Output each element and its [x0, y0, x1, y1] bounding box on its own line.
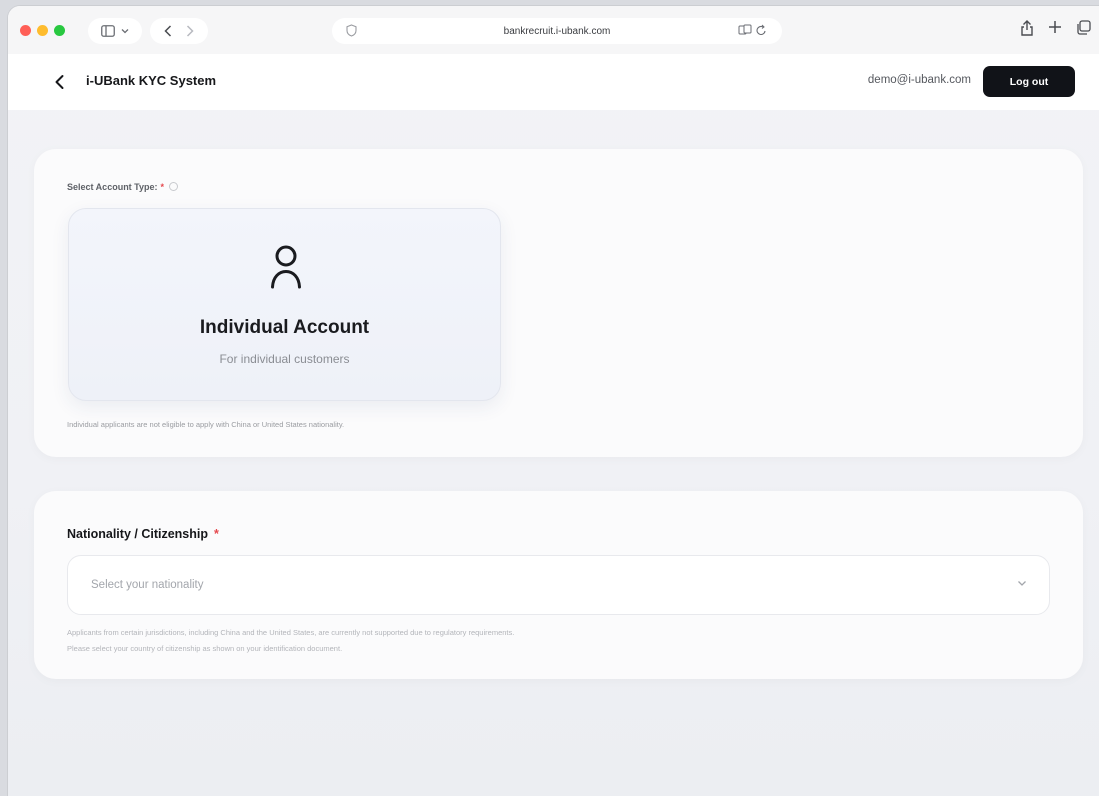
translate-reload-icon[interactable] [738, 23, 768, 40]
nationality-select[interactable]: Select your nationality [67, 555, 1050, 615]
app-header: i-UBank KYC System demo@i-ubank.com Log … [8, 54, 1099, 110]
back-nav-icon[interactable] [164, 25, 172, 37]
logout-button[interactable]: Log out [983, 66, 1075, 97]
account-type-card: Select Account Type: * Individual Account… [34, 149, 1083, 457]
tab-overview-icon[interactable] [1076, 20, 1091, 35]
close-window-button[interactable] [20, 25, 31, 36]
address-bar[interactable]: bankrecruit.i-ubank.com [332, 18, 782, 44]
browser-right-tools [1020, 20, 1091, 36]
browser-toolbar: bankrecruit.i-ubank.com [8, 6, 1099, 54]
individual-account-subtitle: For individual customers [219, 352, 350, 366]
nationality-document-note: Please select your country of citizenshi… [67, 644, 343, 653]
individual-account-option[interactable]: Individual Account For individual custom… [68, 208, 501, 401]
nationality-card: Nationality / Citizenship * Select your n… [34, 491, 1083, 679]
required-marker: * [160, 182, 165, 192]
browser-window: bankrecruit.i-ubank.com i-UBank KYC Syst… [8, 6, 1099, 796]
share-icon[interactable] [1020, 20, 1034, 36]
url-text: bankrecruit.i-ubank.com [503, 25, 611, 37]
account-eligibility-note: Individual applicants are not eligible t… [67, 420, 345, 429]
nationality-regulatory-note: Applicants from certain jurisdictions, i… [67, 628, 515, 637]
sidebar-toggle-button[interactable] [88, 18, 142, 44]
account-type-label: Select Account Type: * [67, 182, 179, 192]
user-email: demo@i-ubank.com [867, 74, 971, 86]
info-icon[interactable] [169, 182, 179, 191]
nationality-label: Nationality / Citizenship * [67, 527, 219, 541]
app-title: i-UBank KYC System [86, 73, 217, 88]
account-type-label-text: Select Account Type: [67, 182, 158, 192]
nationality-placeholder: Select your nationality [91, 579, 204, 591]
forward-nav-icon[interactable] [186, 25, 194, 37]
privacy-shield-icon [346, 24, 357, 37]
back-arrow-icon[interactable] [50, 72, 70, 92]
new-tab-icon[interactable] [1048, 20, 1062, 34]
nationality-label-text: Nationality / Citizenship [67, 527, 208, 541]
required-marker: * [214, 527, 219, 541]
history-nav [150, 18, 208, 44]
chevron-down-icon [1018, 581, 1026, 586]
minimize-window-button[interactable] [37, 25, 48, 36]
zoom-window-button[interactable] [54, 25, 65, 36]
sidebar-icon [101, 25, 115, 37]
person-icon [271, 245, 301, 289]
individual-account-title: Individual Account [199, 317, 370, 338]
chevron-down-icon [121, 29, 129, 34]
